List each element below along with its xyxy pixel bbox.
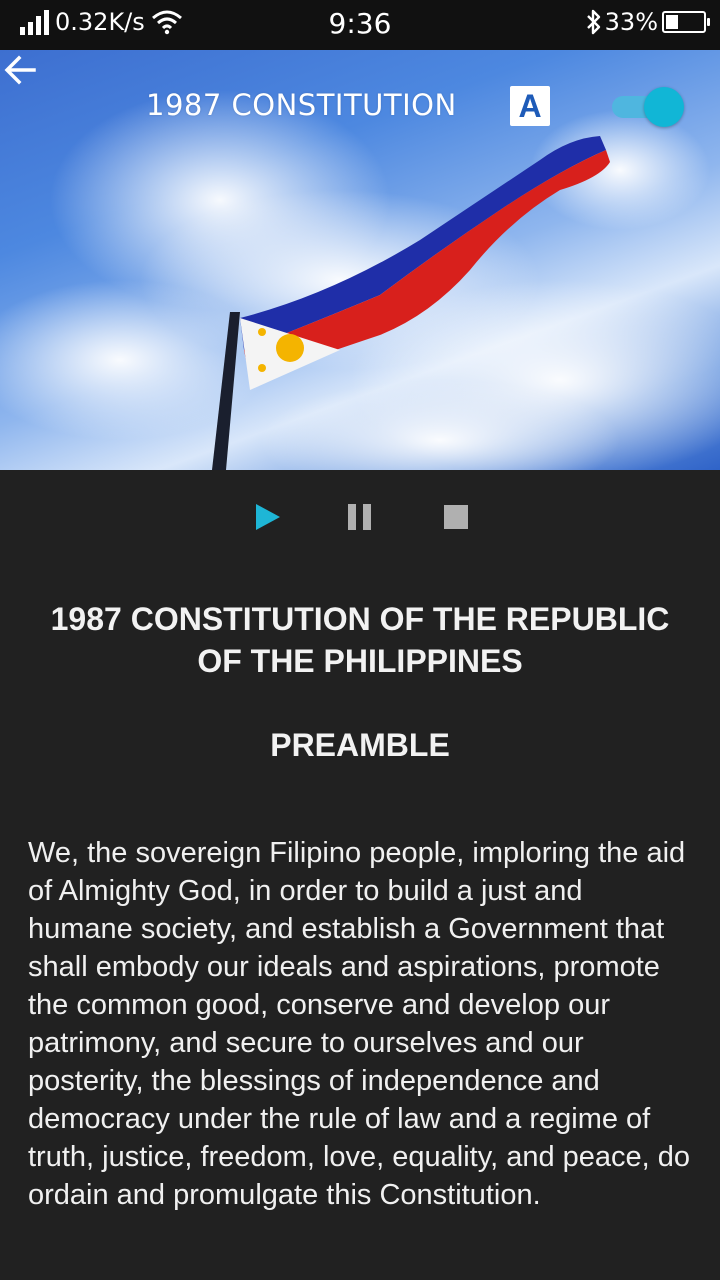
stop-icon[interactable] (439, 500, 473, 534)
battery-fill (666, 15, 678, 29)
play-icon[interactable] (250, 500, 284, 534)
bluetooth-icon (586, 9, 600, 35)
battery-icon (662, 11, 710, 33)
font-size-button[interactable]: A (510, 86, 550, 126)
pause-icon[interactable] (343, 500, 377, 534)
status-bar: 0.32K/s 9:36 33% (0, 0, 720, 50)
document-content: 1987 CONSTITUTION OF THE REPUBLIC OF THE… (28, 598, 692, 1243)
toolbar-title: 1987 CONSTITUTION (146, 88, 457, 122)
back-arrow-icon[interactable] (0, 50, 40, 90)
header-image: 1987 CONSTITUTION A (0, 50, 720, 470)
status-right: 33% (585, 8, 710, 36)
battery-percent: 33% (604, 8, 658, 36)
document-title: 1987 CONSTITUTION OF THE REPUBLIC OF THE… (50, 601, 670, 679)
section-heading: PREAMBLE (270, 727, 450, 763)
preamble-text: We, the sovereign Filipino people, implo… (28, 837, 691, 1211)
toolbar: 1987 CONSTITUTION A (0, 50, 720, 160)
toggle-thumb (644, 87, 684, 127)
toggle-switch[interactable] (612, 87, 684, 127)
playback-controls (0, 470, 720, 566)
